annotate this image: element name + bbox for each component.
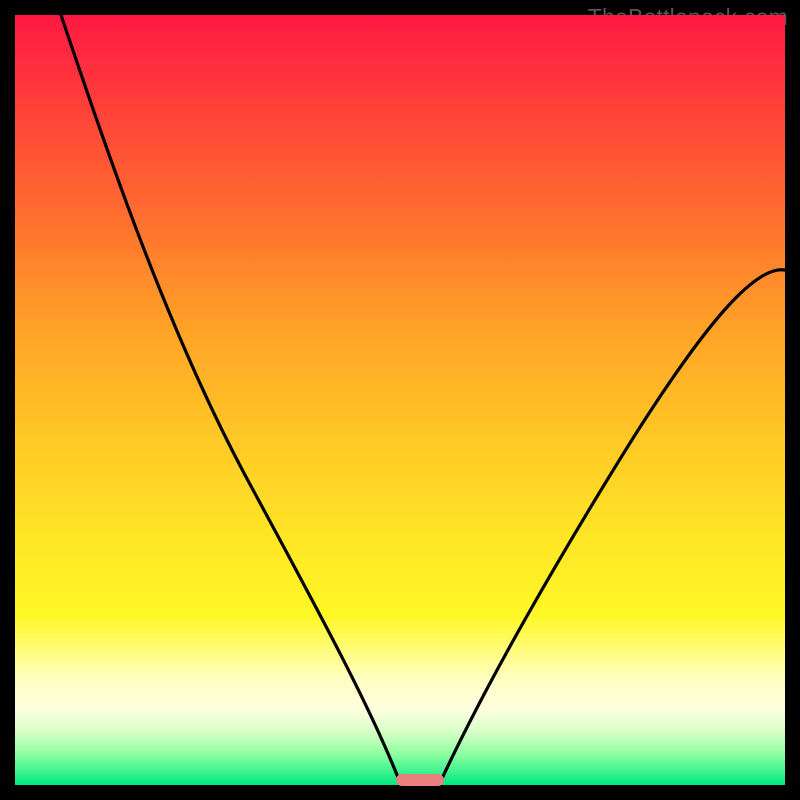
optimum-marker [396,774,444,786]
bottleneck-curve [15,15,785,785]
chart-frame: TheBottleneck.com [0,0,800,800]
curve-right-branch [439,270,785,785]
curve-left-branch [61,15,401,785]
plot-area [15,15,785,785]
